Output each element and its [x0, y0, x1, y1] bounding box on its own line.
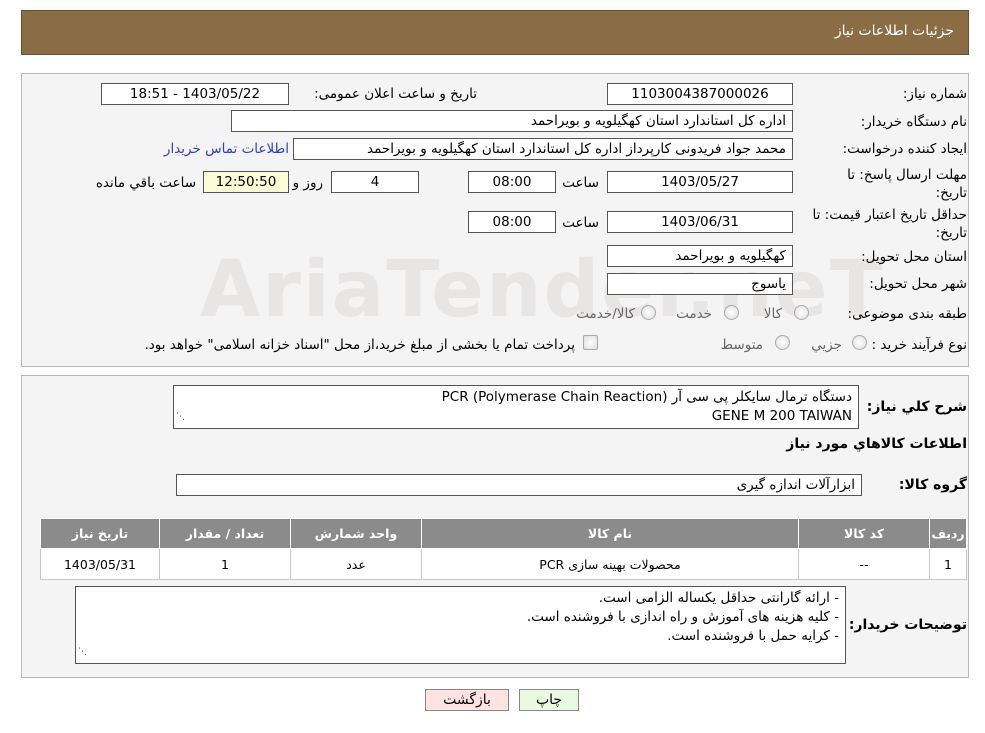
col-unit: واحد شمارش	[290, 518, 422, 549]
back-button[interactable]: بازگشت	[425, 689, 509, 711]
days-field: 4	[331, 171, 419, 193]
process-radio-medium[interactable]	[775, 335, 790, 350]
summary-line-1: دستگاه ترمال سایکلر پی سی آر (PCR (Polym…	[441, 389, 852, 405]
process-option-medium: متوسط	[720, 337, 763, 353]
remaining-label: ساعت باقي مانده	[95, 175, 196, 191]
summary-label: شرح كلي نياز:	[866, 399, 967, 415]
need-number-field: 1103004387000026	[607, 83, 793, 105]
category-option-service: خدمت	[676, 306, 712, 322]
city-label: شهر محل تحویل:	[869, 276, 967, 292]
goods-group-label: گروه کالا:	[898, 477, 967, 493]
goods-group-field: ابزارآلات اندازه گیری	[176, 474, 862, 496]
buyer-org-label: نام دستگاه خریدار:	[860, 114, 967, 130]
col-code: کد کالا	[798, 518, 930, 549]
summary-field: دستگاه ترمال سایکلر پی سی آر (PCR (Polym…	[173, 385, 859, 429]
cell-qty: 1	[159, 548, 291, 580]
col-name: نام کالا	[421, 518, 799, 549]
province-field: کهگیلویه و بویراحمد	[607, 245, 793, 267]
deadline-date-field: 1403/05/27	[607, 171, 793, 193]
cell-code: --	[798, 548, 930, 580]
treasury-checkbox[interactable]	[583, 335, 598, 350]
process-label: نوع فرآیند خرید :	[871, 337, 967, 353]
category-option-goods-service: کالا/خدمت	[576, 306, 635, 322]
buyer-contact-link[interactable]: اطلاعات تماس خریدار	[164, 141, 289, 157]
announce-field: 1403/05/22 - 18:51	[101, 83, 289, 105]
buyer-note-3: - کرایه حمل با فروشنده است.	[667, 628, 839, 644]
buyer-note-1: - ارائه گارانتی حداقل یکساله الزامی است.	[598, 590, 839, 606]
validity-date-field: 1403/06/31	[607, 211, 793, 233]
category-option-goods: کالا	[763, 306, 782, 322]
cell-date: 1403/05/31	[40, 548, 160, 580]
buyer-org-field: اداره کل استاندارد استان کهگیلویه و بویر…	[231, 110, 793, 132]
buyer-note-2: - کلیه هزینه های آموزش و راه اندازی با ف…	[526, 609, 839, 625]
category-radio-service[interactable]	[724, 305, 739, 320]
deadline-label: مهلت ارسال پاسخ: تا تاریخ:	[847, 167, 967, 201]
goods-info-title: اطلاعات کالاهاي مورد نياز	[786, 436, 967, 452]
announce-label: تاریخ و ساعت اعلان عمومی:	[314, 86, 477, 102]
summary-line-2: GENE M 200 TAIWAN	[711, 408, 852, 424]
page-title: جزئیات اطلاعات نیاز	[834, 23, 954, 39]
city-field: یاسوج	[607, 273, 793, 295]
creator-label: ایجاد کننده درخواست:	[842, 141, 967, 157]
validity-label: حداقل تاریخ اعتبار قیمت: تا تاریخ:	[812, 207, 967, 241]
cell-name: محصولات بهینه سازی PCR	[421, 548, 799, 580]
process-note: پرداخت تمام یا بخشی از مبلغ خرید،از محل …	[144, 337, 575, 353]
validity-time-label: ساعت	[562, 215, 599, 231]
resize-grip-icon[interactable]: ⋰	[176, 408, 185, 427]
goods-table: ردیف کد کالا نام کالا واحد شمارش تعداد /…	[40, 518, 967, 580]
process-radio-minor[interactable]	[852, 335, 867, 350]
category-radio-goods-service[interactable]	[641, 305, 656, 320]
buyer-notes-label: توضیحات خریدار:	[848, 617, 967, 633]
deadline-time-field: 08:00	[468, 171, 556, 193]
process-option-minor: جزیي	[811, 337, 842, 353]
buyer-notes-field: - ارائه گارانتی حداقل یکساله الزامی است.…	[75, 586, 846, 664]
goods-table-header: ردیف کد کالا نام کالا واحد شمارش تعداد /…	[40, 518, 967, 549]
province-label: استان محل تحویل:	[861, 249, 967, 265]
days-label: روز و	[292, 175, 323, 191]
col-qty: تعداد / مقدار	[159, 518, 291, 549]
category-radio-goods[interactable]	[794, 305, 809, 320]
table-row: 1 -- محصولات بهینه سازی PCR عدد 1 1403/0…	[40, 548, 967, 580]
deadline-time-label: ساعت	[562, 175, 599, 191]
cell-row: 1	[929, 548, 967, 580]
page-header: جزئیات اطلاعات نیاز	[21, 10, 969, 55]
col-date: تاریخ نیاز	[40, 518, 160, 549]
creator-field: محمد جواد فریدونی کارپرداز اداره کل استا…	[293, 138, 793, 160]
validity-time-field: 08:00	[468, 211, 556, 233]
remaining-time-field: 12:50:50	[203, 171, 289, 193]
cell-unit: عدد	[290, 548, 422, 580]
resize-grip-icon[interactable]: ⋰	[78, 643, 87, 662]
category-label: طبقه بندی موضوعی:	[847, 306, 967, 322]
need-number-label: شماره نیاز:	[902, 86, 967, 102]
col-row: ردیف	[929, 518, 967, 549]
print-button[interactable]: چاپ	[519, 689, 579, 711]
